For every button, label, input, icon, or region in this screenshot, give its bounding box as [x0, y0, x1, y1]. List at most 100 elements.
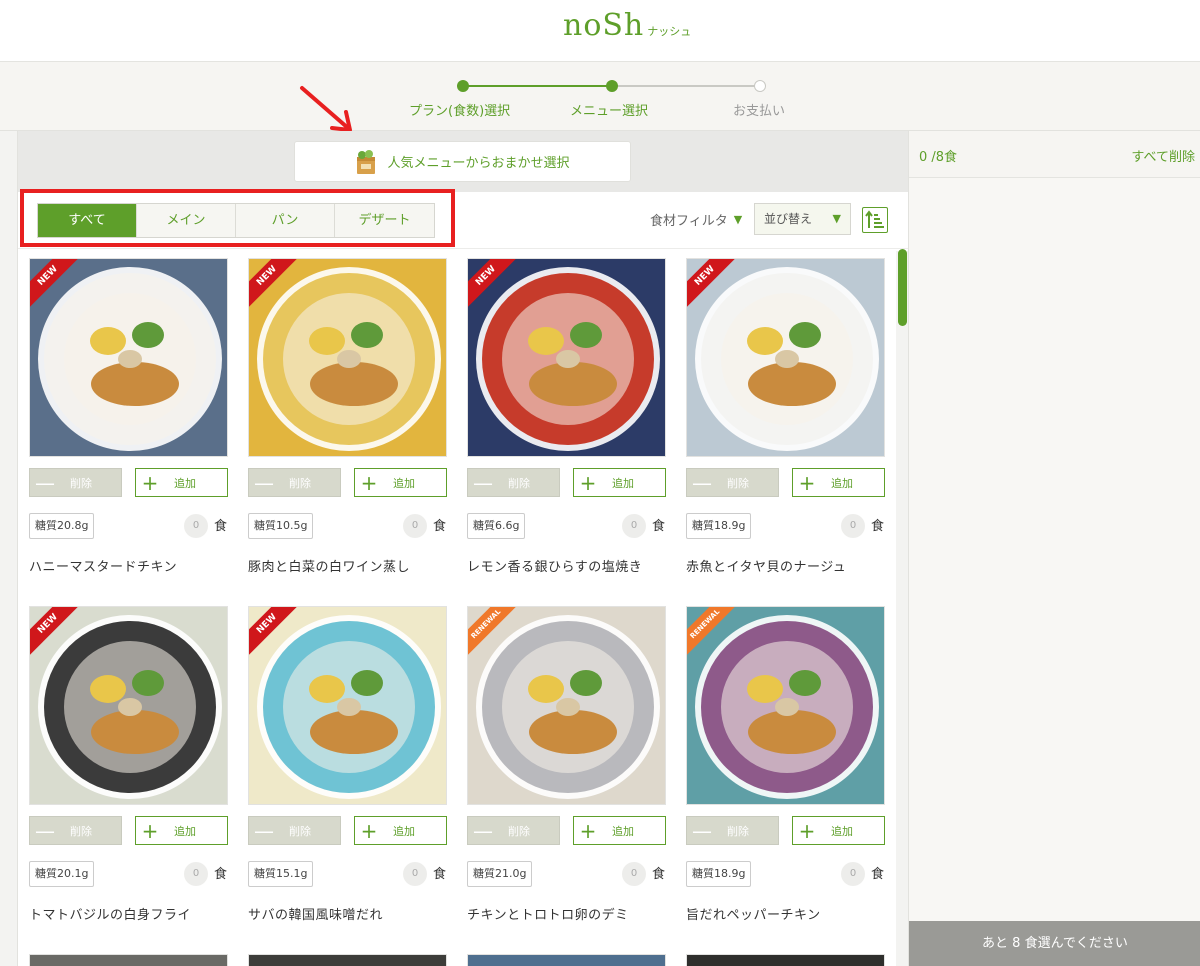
add-button[interactable]: + 追加 [573, 468, 666, 497]
menu-photo[interactable]: RENEWAL [467, 606, 666, 805]
plate-image [476, 615, 660, 799]
selected-count: 0 [403, 514, 427, 538]
add-button[interactable]: + 追加 [792, 816, 885, 845]
menu-photo[interactable]: NEW [29, 606, 228, 805]
remove-button[interactable]: — 削除 [29, 468, 122, 497]
count-unit: 食 [433, 867, 447, 882]
remove-button[interactable]: — 削除 [248, 816, 341, 845]
carb-label: 糖質18.9g [686, 513, 752, 539]
add-button[interactable]: + 追加 [354, 816, 447, 845]
minus-icon: — [473, 818, 493, 843]
step-dot-plan [457, 80, 469, 92]
progress-line-todo [612, 85, 760, 87]
progress-line-done [463, 85, 612, 87]
menu-photo[interactable]: NEW [467, 258, 666, 457]
omakase-select-button[interactable]: 人気メニューからおまかせ選択 [294, 141, 631, 182]
plate-image [38, 615, 222, 799]
add-button[interactable]: + 追加 [573, 816, 666, 845]
left-gutter [0, 131, 18, 966]
menu-name[interactable]: チキンとトロトロ卵のデミ [467, 904, 629, 923]
scrollbar-track[interactable] [896, 251, 908, 966]
site-header: noSh ナッシュ [0, 0, 1200, 62]
add-button[interactable]: + 追加 [792, 468, 885, 497]
carb-label: 糖質18.9g [686, 861, 752, 887]
add-button[interactable]: + 追加 [135, 816, 228, 845]
menu-photo[interactable]: NEW [248, 258, 447, 457]
delete-all-button[interactable]: すべて削除 [1131, 146, 1195, 165]
add-button[interactable]: + 追加 [135, 468, 228, 497]
count-unit: 食 [433, 519, 447, 534]
nosh-logo[interactable]: noSh ナッシュ [563, 8, 691, 43]
ingredient-filter-toggle[interactable]: 食材フィルタ ▼ [650, 210, 742, 229]
remaining-status-bar[interactable]: あと 8 食選んでください [909, 921, 1200, 966]
carb-label: 糖質20.1g [29, 861, 95, 887]
carb-label: 糖質15.1g [248, 861, 314, 887]
minus-icon: — [35, 470, 55, 495]
count-unit: 食 [214, 867, 228, 882]
count-unit: 食 [871, 519, 885, 534]
cart-panel: 0 /8食 すべて削除 あと 8 食選んでください [908, 131, 1200, 966]
menu-name[interactable]: 赤魚とイタヤ貝のナージュ [686, 556, 846, 575]
menu-photo-partial[interactable] [29, 954, 228, 966]
menu-name[interactable]: レモン香る銀ひらすの塩焼き [467, 556, 642, 575]
remove-button[interactable]: — 削除 [467, 816, 560, 845]
remove-button[interactable]: — 削除 [248, 468, 341, 497]
step-label-plan: プラン(食数)選択 [409, 104, 511, 119]
carb-label: 糖質20.8g [29, 513, 95, 539]
minus-icon: — [254, 818, 274, 843]
plate-image [476, 267, 660, 451]
menu-photo[interactable]: RENEWAL [686, 606, 885, 805]
selected-count: 0 [841, 514, 865, 538]
carb-label: 糖質6.6g [467, 513, 526, 539]
minus-icon: — [692, 818, 712, 843]
chevron-down-icon: ▼ [733, 213, 743, 226]
menu-name[interactable]: サバの韓国風味噌だれ [248, 904, 383, 923]
count-unit: 食 [652, 519, 666, 534]
progress-steps: プラン(食数)選択 メニュー選択 お支払い [0, 62, 1200, 131]
selected-count: 0 [403, 862, 427, 886]
cart-header: 0 /8食 すべて削除 [909, 131, 1200, 178]
remove-button[interactable]: — 削除 [29, 816, 122, 845]
menu-name[interactable]: トマトバジルの白身フライ [29, 904, 191, 923]
minus-icon: — [254, 470, 274, 495]
minus-icon: — [35, 818, 55, 843]
selected-count: 0 [622, 514, 646, 538]
remove-button[interactable]: — 削除 [467, 468, 560, 497]
add-button[interactable]: + 追加 [354, 468, 447, 497]
remove-button[interactable]: — 削除 [686, 468, 779, 497]
scrollbar-thumb[interactable] [898, 249, 907, 326]
menu-photo-partial[interactable] [248, 954, 447, 966]
selected-count: 0 [184, 862, 208, 886]
plus-icon: + [579, 818, 597, 843]
step-label-payment: お支払い [733, 104, 786, 119]
remove-button[interactable]: — 削除 [686, 816, 779, 845]
logo-text: noSh [563, 8, 645, 43]
carb-label: 糖質21.0g [467, 861, 533, 887]
step-dot-payment [754, 80, 766, 92]
plate-image [257, 267, 441, 451]
plate-image [695, 615, 879, 799]
plate-image [695, 267, 879, 451]
menu-name[interactable]: 豚肉と白菜の白ワイン蒸し [248, 556, 410, 575]
plus-icon: + [141, 470, 159, 495]
plus-icon: + [798, 818, 816, 843]
annotation-arrow-icon [300, 86, 352, 132]
menu-photo[interactable]: NEW [248, 606, 447, 805]
sort-select[interactable]: 並び替え ▼ [754, 203, 851, 235]
minus-icon: — [473, 470, 493, 495]
plus-icon: + [798, 470, 816, 495]
filter-row: すべて メイン パン デザート 食材フィルタ ▼ 並び替え ▼ [18, 189, 908, 249]
sort-order-icon[interactable] [862, 207, 888, 233]
logo-subtext: ナッシュ [647, 25, 692, 38]
menu-name[interactable]: 旨だれペッパーチキン [686, 904, 821, 923]
selected-count: 0 [184, 514, 208, 538]
step-dot-menu [606, 80, 618, 92]
cart-count: 0 /8食 [919, 150, 958, 165]
sort-select-label: 並び替え [764, 212, 813, 226]
menu-photo[interactable]: NEW [29, 258, 228, 457]
menu-photo-partial[interactable] [686, 954, 885, 966]
plus-icon: + [360, 818, 378, 843]
menu-photo[interactable]: NEW [686, 258, 885, 457]
menu-name[interactable]: ハニーマスタードチキン [29, 556, 177, 575]
menu-photo-partial[interactable] [467, 954, 666, 966]
